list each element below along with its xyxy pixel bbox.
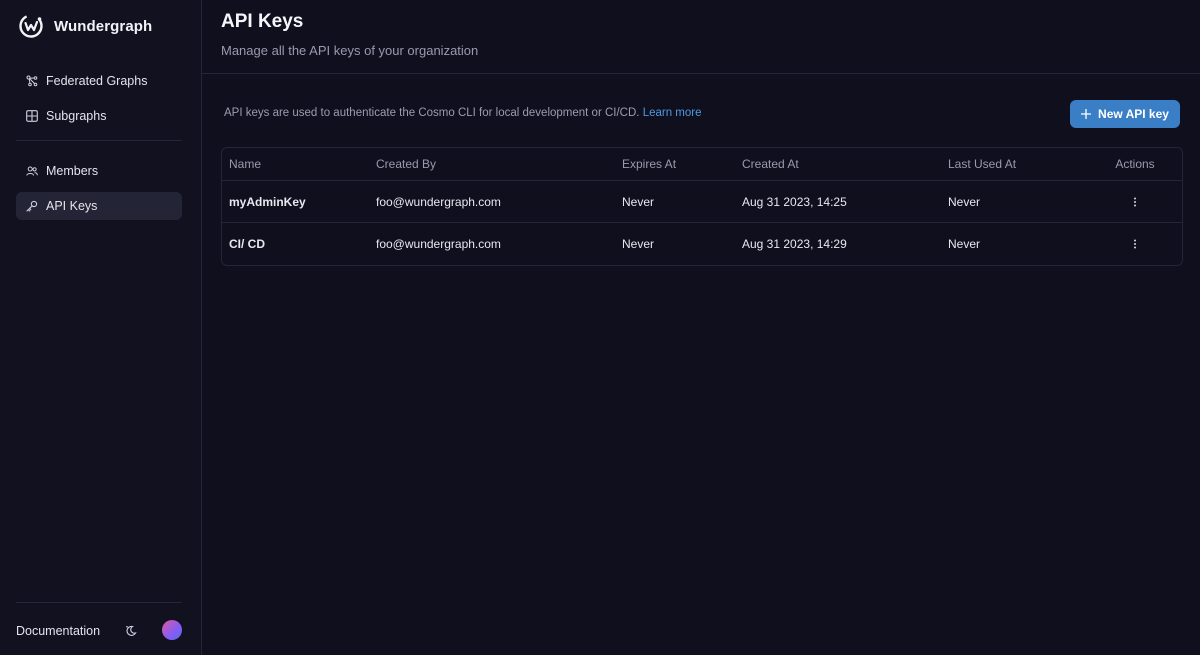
avatar[interactable]	[162, 620, 182, 640]
column-header-created-by: Created By	[376, 157, 437, 171]
plus-icon	[1081, 109, 1092, 119]
key-created-at: Aug 31 2023, 14:29	[742, 237, 847, 251]
sidebar-item-members[interactable]: Members	[16, 157, 182, 185]
column-header-expires-at: Expires At	[622, 157, 677, 171]
sidebar-item-federated-graphs[interactable]: Federated Graphs	[16, 67, 182, 95]
sidebar-item-label: Subgraphs	[46, 109, 107, 123]
learn-more-link[interactable]: Learn more	[643, 107, 702, 119]
brand-name: Wundergraph	[54, 17, 153, 35]
column-header-name: Name	[229, 157, 262, 171]
sidebar-item-label: API Keys	[46, 199, 98, 213]
page-title: API Keys	[221, 11, 304, 32]
key-expires-at: Never	[622, 237, 655, 251]
column-header-actions: Actions	[1115, 157, 1155, 171]
key-name: CI/ CD	[229, 237, 265, 251]
page-header: API Keys Manage all the API keys of your…	[202, 0, 1200, 74]
users-icon	[26, 166, 38, 176]
column-header-created-at: Created At	[742, 157, 799, 171]
new-api-key-label: New API key	[1098, 107, 1169, 121]
key-expires-at: Never	[622, 194, 655, 209]
main-content: API Keys Manage all the API keys of your…	[202, 0, 1200, 655]
sidebar-item-subgraphs[interactable]: Subgraphs	[16, 102, 182, 130]
sidebar-footer: Documentation	[16, 620, 182, 642]
key-last-used-at: Never	[948, 237, 981, 251]
sidebar-item-label: Federated Graphs	[46, 74, 148, 88]
sidebar-divider	[16, 140, 182, 141]
sidebar-item-label: Members	[46, 164, 99, 178]
table-row: myAdminKey foo@wundergraph.com Never Aug…	[222, 181, 1182, 223]
table-row: CI/ CD foo@wundergraph.com Never Aug 31 …	[222, 223, 1182, 265]
key-created-by: foo@wundergraph.com	[376, 237, 501, 251]
row-actions	[1090, 223, 1180, 265]
info-text: API keys are used to authenticate the Co…	[224, 107, 702, 119]
column-header-last-used-at: Last Used At	[948, 157, 1017, 171]
sidebar: Wundergraph Federated Graphs Subgraphs M…	[0, 0, 202, 655]
key-created-by: foo@wundergraph.com	[376, 194, 501, 209]
sidebar-footer-divider	[16, 602, 182, 603]
api-keys-table: Name Created By Expires At Created At La…	[221, 147, 1183, 266]
documentation-link[interactable]: Documentation	[16, 624, 100, 638]
key-last-used-at: Never	[948, 194, 981, 209]
sidebar-item-api-keys[interactable]: API Keys	[16, 192, 182, 220]
key-name: myAdminKey	[229, 194, 306, 209]
info-description: API keys are used to authenticate the Co…	[224, 107, 640, 119]
row-actions	[1090, 181, 1180, 222]
key-icon	[26, 200, 38, 212]
more-vertical-icon[interactable]	[1128, 237, 1142, 251]
theme-toggle-icon[interactable]	[124, 624, 138, 638]
table-header-row: Name Created By Expires At Created At La…	[222, 148, 1182, 181]
key-created-at: Aug 31 2023, 14:25	[742, 194, 847, 209]
brand[interactable]: Wundergraph	[18, 12, 152, 40]
page-subtitle: Manage all the API keys of your organiza…	[221, 43, 479, 58]
graph-icon	[26, 75, 38, 87]
new-api-key-button[interactable]: New API key	[1070, 100, 1180, 128]
wundergraph-logo-icon	[19, 14, 43, 38]
grid-icon	[26, 110, 38, 122]
more-vertical-icon[interactable]	[1128, 195, 1142, 209]
